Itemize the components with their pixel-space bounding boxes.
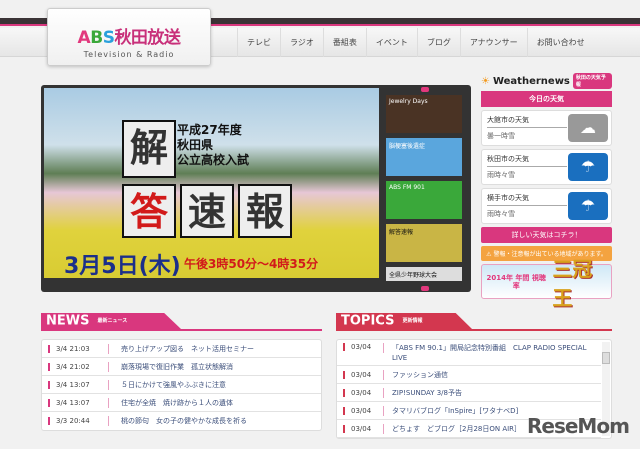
topic-date: 03/04 xyxy=(343,388,383,397)
topic-headline[interactable]: ファッション通信 xyxy=(392,370,448,380)
weather-panel: ☀ Weathernews 秋田の天気予報 今日の天気 大館市の天気 曇一時雪 ☁ 秋田… xyxy=(481,73,612,310)
topic-date: 03/04 xyxy=(343,370,383,379)
cloud-icon: ☁ xyxy=(568,114,608,142)
umbrella-icon: ☂ xyxy=(568,192,608,220)
sun-icon: ☀ xyxy=(481,75,490,87)
logo-s: S xyxy=(102,28,115,48)
nav-event[interactable]: イベント xyxy=(365,28,417,57)
news-section: NEWS 最新ニュース 3/4 21:03 売り上げアップ図る ネット活用セミナー … xyxy=(41,313,322,431)
logo-jp: 秋田放送 xyxy=(114,28,181,48)
hero-char: 解 xyxy=(122,120,176,178)
hero-line: 秋田県 xyxy=(177,138,214,152)
topic-item[interactable]: 03/04 「ABS FM 90.1」開局記念特別番組 CLAP RADIO SP… xyxy=(337,340,601,366)
hero-date: 3月5日(木) xyxy=(64,254,181,278)
topic-date: 03/04 xyxy=(343,424,383,433)
banner-slider: 平成27年度 秋田県 公立高校入試 解 答 速 報 3月5日(木) 午後3時50… xyxy=(41,85,471,292)
news-time: 3/4 13:07 xyxy=(48,398,108,407)
logo-subtitle: Television & Radio xyxy=(83,50,175,59)
hero-time: 午後3時50分～4時35分 xyxy=(184,257,319,271)
news-time: 3/4 21:03 xyxy=(48,344,108,353)
thumb-item[interactable]: ABS FM 901 xyxy=(386,181,462,219)
topics-subtitle: 更新情報 xyxy=(402,318,423,324)
topics-tab: TOPICS 更新情報 xyxy=(336,313,472,329)
weather-city: 横手市の天気 xyxy=(487,193,567,206)
news-headline[interactable]: 崩落現場で復旧作業 孤立状態解消 xyxy=(121,362,233,372)
hero-banner[interactable]: 平成27年度 秋田県 公立高校入試 解 答 速 報 3月5日(木) 午後3時50… xyxy=(44,88,379,278)
weather-city: 大館市の天気 xyxy=(487,115,567,128)
hero-line: 平成27年度 xyxy=(177,123,242,137)
nav-announcer[interactable]: アナウンサー xyxy=(459,28,527,57)
topic-headline[interactable]: タマリバブログ「InSpire」[ワタナベD] xyxy=(392,406,518,416)
umbrella-icon: ☂ xyxy=(568,153,608,181)
promo-right: 三冠王 xyxy=(552,256,593,310)
topics-title: TOPICS xyxy=(341,313,395,329)
news-headline[interactable]: ５日にかけて強風やふぶきに注意 xyxy=(121,380,226,390)
news-headline[interactable]: 桃の節句 女の子の健やかな成長を祈る xyxy=(121,416,247,426)
thumb-item[interactable]: 全県少年野球大会 xyxy=(386,267,462,281)
news-item[interactable]: 3/4 13:07 ５日にかけて強風やふぶきに注意 xyxy=(42,376,321,394)
weather-badge[interactable]: 秋田の天気予報 xyxy=(572,73,612,89)
news-headline[interactable]: 売り上げアップ図る ネット活用セミナー xyxy=(121,344,254,354)
thumb-item[interactable]: Jewelry Days xyxy=(386,95,462,133)
news-item[interactable]: 3/4 13:07 住宅が全焼 焼け跡から１人の遺体 xyxy=(42,394,321,412)
news-list: 3/4 21:03 売り上げアップ図る ネット活用セミナー 3/4 21:02 崩落… xyxy=(41,339,322,431)
topic-headline[interactable]: どちょす どブログ［2月28日ON AIR］ xyxy=(392,424,521,434)
weather-card-odate[interactable]: 大館市の天気 曇一時雪 ☁ xyxy=(481,110,612,146)
weather-detail-button[interactable]: 詳しい天気はコチラ！ xyxy=(481,227,612,243)
weather-brand: Weathernews xyxy=(492,75,570,87)
nav-tv[interactable]: テレビ xyxy=(237,28,280,57)
weather-city: 秋田市の天気 xyxy=(487,154,567,167)
hero-line: 公立高校入試 xyxy=(177,153,250,167)
hero-char: 速 xyxy=(180,184,234,238)
today-weather-heading: 今日の天気 xyxy=(481,91,612,107)
news-item[interactable]: 3/4 21:02 崩落現場で復旧作業 孤立状態解消 xyxy=(42,358,321,376)
scroll-up-icon[interactable] xyxy=(421,87,429,92)
topic-item[interactable]: 03/04 ZIP!SUNDAY 3/8予告 xyxy=(337,384,601,402)
logo-a: A xyxy=(77,28,91,48)
news-title: NEWS xyxy=(46,313,90,329)
news-item[interactable]: 3/4 21:03 売り上げアップ図る ネット活用セミナー xyxy=(42,340,321,358)
ratings-promo[interactable]: 2014年 年間 視聴率 三冠王 xyxy=(481,257,612,310)
news-time: 3/4 13:07 xyxy=(48,380,108,389)
hero-char: 答 xyxy=(122,184,176,238)
hero-char: 報 xyxy=(238,184,292,238)
topic-headline[interactable]: ZIP!SUNDAY 3/8予告 xyxy=(392,388,462,398)
news-tab: NEWS 最新ニュース xyxy=(41,313,181,329)
promo-left: 2014年 年間 視聴率 xyxy=(486,273,546,290)
nav-contact[interactable]: お問い合わせ xyxy=(526,28,594,57)
topic-item[interactable]: 03/04 ファッション通信 xyxy=(337,366,601,384)
weather-card-yokote[interactable]: 横手市の天気 雨時々雪 ☂ xyxy=(481,188,612,224)
news-headline[interactable]: 住宅が全焼 焼け跡から１人の遺体 xyxy=(121,398,233,408)
logo-b: B xyxy=(90,28,103,48)
news-time: 3/4 21:02 xyxy=(48,362,108,371)
scroll-down-icon[interactable] xyxy=(421,286,429,291)
banner-thumbs: Jewelry Days 脳梗塞後遺症 ABS FM 901 解答速報 全県少年… xyxy=(386,95,462,286)
topic-date: 03/04 xyxy=(343,406,383,415)
news-time: 3/3 20:44 xyxy=(48,417,108,425)
topic-date: 03/04 xyxy=(343,343,383,351)
main-nav: テレビ ラジオ 番組表 イベント ブログ アナウンサー お問い合わせ xyxy=(237,28,594,57)
news-item[interactable]: 3/3 20:44 桃の節句 女の子の健やかな成長を祈る xyxy=(42,412,321,430)
resemom-watermark: ReseMom xyxy=(527,414,630,438)
thumb-item[interactable]: 脳梗塞後遺症 xyxy=(386,138,462,176)
weather-card-akita[interactable]: 秋田市の天気 雨時々雪 ☂ xyxy=(481,149,612,185)
news-subtitle: 最新ニュース xyxy=(97,318,128,324)
site-logo[interactable]: ABS秋田放送 Television & Radio xyxy=(47,8,211,66)
nav-radio[interactable]: ラジオ xyxy=(280,28,323,57)
hero-title: 平成27年度 秋田県 公立高校入試 xyxy=(177,123,249,168)
nav-schedule[interactable]: 番組表 xyxy=(322,28,366,57)
topic-headline[interactable]: 「ABS FM 90.1」開局記念特別番組 CLAP RADIO SPECIAL… xyxy=(392,343,592,363)
thumb-item[interactable]: 解答速報 xyxy=(386,224,462,262)
nav-blog[interactable]: ブログ xyxy=(416,28,460,57)
